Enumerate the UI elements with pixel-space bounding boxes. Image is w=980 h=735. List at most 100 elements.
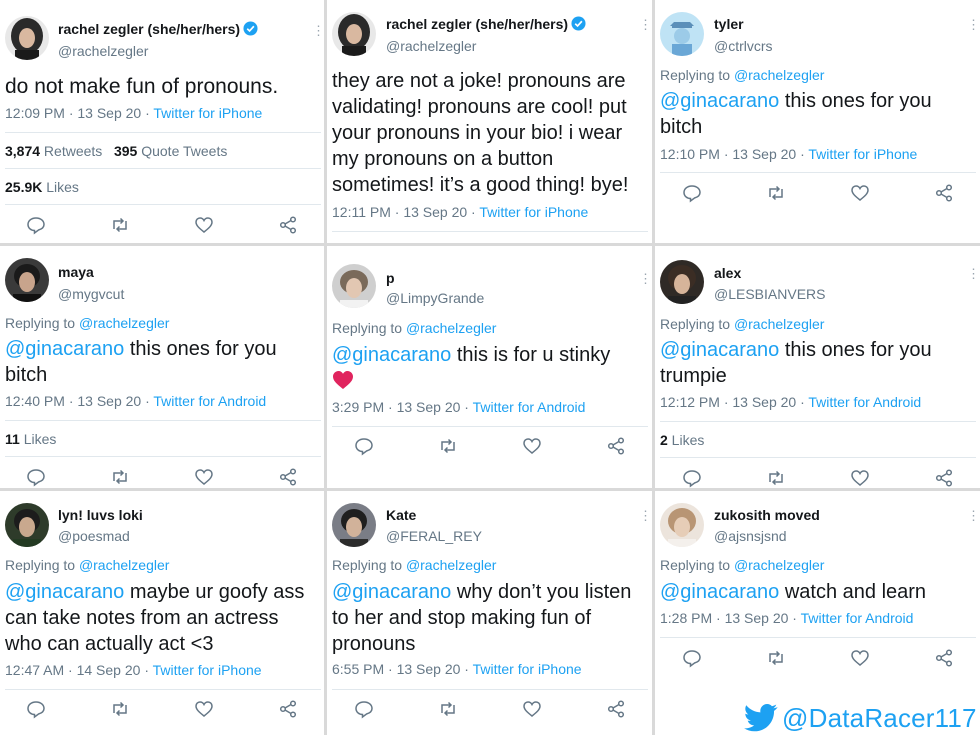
retweet-icon[interactable] xyxy=(766,183,786,203)
tweet-card[interactable]: maya @mygvcut Replying to @rachelzegler … xyxy=(0,246,324,488)
reply-icon[interactable] xyxy=(682,183,702,203)
mention-link[interactable]: @ginacarano xyxy=(332,344,451,366)
more-icon[interactable]: ⋮ xyxy=(639,272,652,285)
tweet-source-link[interactable]: Twitter for iPhone xyxy=(473,661,582,677)
mention-link[interactable]: @ginacarano xyxy=(5,338,124,360)
reply-icon[interactable] xyxy=(354,699,374,719)
reply-mention-link[interactable]: @rachelzegler xyxy=(406,557,496,573)
like-icon[interactable] xyxy=(194,699,214,719)
tweet-card[interactable]: p @LimpyGrande ⋮ Replying to @rachelzegl… xyxy=(327,246,652,488)
share-icon[interactable] xyxy=(934,468,954,488)
avatar[interactable] xyxy=(332,503,376,547)
avatar[interactable] xyxy=(332,264,376,308)
retweet-stats[interactable]: 3,874 Retweets 395 Quote Tweets xyxy=(5,143,227,159)
more-icon[interactable]: ⋮ xyxy=(639,18,652,31)
reply-icon[interactable] xyxy=(26,699,46,719)
more-icon[interactable]: ⋮ xyxy=(967,18,980,31)
tweet-source-link[interactable]: Twitter for iPhone xyxy=(153,105,262,121)
mention-link[interactable]: @ginacarano xyxy=(660,581,779,603)
like-icon[interactable] xyxy=(850,468,870,488)
tweet-source-link[interactable]: Twitter for Android xyxy=(473,399,586,415)
more-icon[interactable]: ⋮ xyxy=(967,267,980,280)
share-icon[interactable] xyxy=(934,648,954,668)
reply-icon[interactable] xyxy=(26,215,46,235)
reply-icon[interactable] xyxy=(682,648,702,668)
tweet-card[interactable]: tyler @ctrlvcrs ⋮ Replying to @rachelzeg… xyxy=(655,0,980,243)
tweet-source-link[interactable]: Twitter for iPhone xyxy=(808,146,917,162)
avatar[interactable] xyxy=(660,12,704,56)
share-icon[interactable] xyxy=(934,183,954,203)
username[interactable]: @LimpyGrande xyxy=(386,290,484,306)
like-stats[interactable]: 25.9K Likes xyxy=(5,179,79,195)
reply-mention-link[interactable]: @rachelzegler xyxy=(79,557,169,573)
username[interactable]: @mygvcut xyxy=(58,286,124,302)
reply-icon[interactable] xyxy=(354,436,374,456)
avatar[interactable] xyxy=(660,260,704,304)
mention-link[interactable]: @ginacarano xyxy=(660,90,779,112)
tweet-source-link[interactable]: Twitter for Android xyxy=(808,394,921,410)
display-name[interactable]: alex xyxy=(714,265,741,281)
tweet-card[interactable]: zukosith moved @ajsnsjsnd ⋮ Replying to … xyxy=(655,491,980,735)
share-icon[interactable] xyxy=(606,699,626,719)
username[interactable]: @ajsnsjsnd xyxy=(714,528,787,544)
like-icon[interactable] xyxy=(194,467,214,487)
like-stats[interactable]: 11 Likes xyxy=(5,431,56,447)
more-icon[interactable]: ⋮ xyxy=(639,509,652,522)
display-name[interactable]: maya xyxy=(58,264,94,280)
more-icon[interactable]: ⋮ xyxy=(967,509,980,522)
username[interactable]: @FERAL_REY xyxy=(386,528,482,544)
reply-icon[interactable] xyxy=(682,468,702,488)
retweet-icon[interactable] xyxy=(766,468,786,488)
retweet-icon[interactable] xyxy=(766,648,786,668)
more-icon[interactable]: ⋮ xyxy=(312,24,324,37)
like-stats[interactable]: 2 Likes xyxy=(660,432,704,448)
mention-link[interactable]: @ginacarano xyxy=(332,581,451,603)
retweet-icon[interactable] xyxy=(110,215,130,235)
like-icon[interactable] xyxy=(194,215,214,235)
display-name[interactable]: rachel zegler (she/her/hers) xyxy=(386,16,586,32)
retweet-icon[interactable] xyxy=(110,699,130,719)
username[interactable]: @LESBIANVERS xyxy=(714,286,825,302)
reply-mention-link[interactable]: @rachelzegler xyxy=(734,67,824,83)
display-name[interactable]: rachel zegler (she/her/hers) xyxy=(58,21,258,37)
share-icon[interactable] xyxy=(278,215,298,235)
mention-link[interactable]: @ginacarano xyxy=(660,339,779,361)
tweet-card[interactable]: Kate @FERAL_REY ⋮ Replying to @rachelzeg… xyxy=(327,491,652,735)
tweet-card[interactable]: rachel zegler (she/her/hers) @rachelzegl… xyxy=(0,0,324,243)
display-name[interactable]: p xyxy=(386,270,395,286)
tweet-source-link[interactable]: Twitter for iPhone xyxy=(479,204,588,220)
mention-link[interactable]: @ginacarano xyxy=(5,581,124,603)
avatar[interactable] xyxy=(5,16,49,60)
display-name[interactable]: zukosith moved xyxy=(714,507,820,523)
share-icon[interactable] xyxy=(606,436,626,456)
display-name[interactable]: lyn! luvs loki xyxy=(58,507,143,523)
retweet-icon[interactable] xyxy=(438,436,458,456)
username[interactable]: @rachelzegler xyxy=(58,43,148,59)
retweet-icon[interactable] xyxy=(110,467,130,487)
avatar[interactable] xyxy=(660,503,704,547)
avatar[interactable] xyxy=(5,258,49,302)
like-icon[interactable] xyxy=(522,699,542,719)
share-icon[interactable] xyxy=(278,467,298,487)
share-icon[interactable] xyxy=(278,699,298,719)
retweet-icon[interactable] xyxy=(438,699,458,719)
reply-mention-link[interactable]: @rachelzegler xyxy=(406,320,496,336)
like-icon[interactable] xyxy=(850,648,870,668)
tweet-source-link[interactable]: Twitter for Android xyxy=(153,393,266,409)
tweet-source-link[interactable]: Twitter for iPhone xyxy=(153,662,262,678)
reply-mention-link[interactable]: @rachelzegler xyxy=(734,557,824,573)
reply-icon[interactable] xyxy=(26,467,46,487)
tweet-source-link[interactable]: Twitter for Android xyxy=(801,610,914,626)
like-icon[interactable] xyxy=(522,436,542,456)
tweet-card[interactable]: lyn! luvs loki @poesmad Replying to @rac… xyxy=(0,491,324,735)
tweet-card[interactable]: alex @LESBIANVERS ⋮ Replying to @rachelz… xyxy=(655,246,980,488)
reply-mention-link[interactable]: @rachelzegler xyxy=(734,316,824,332)
username[interactable]: @ctrlvcrs xyxy=(714,38,773,54)
reply-mention-link[interactable]: @rachelzegler xyxy=(79,315,169,331)
tweet-card[interactable]: rachel zegler (she/her/hers) @rachelzegl… xyxy=(327,0,652,243)
display-name[interactable]: Kate xyxy=(386,507,416,523)
username[interactable]: @poesmad xyxy=(58,528,130,544)
avatar[interactable] xyxy=(332,12,376,56)
avatar[interactable] xyxy=(5,503,49,547)
display-name[interactable]: tyler xyxy=(714,16,744,32)
